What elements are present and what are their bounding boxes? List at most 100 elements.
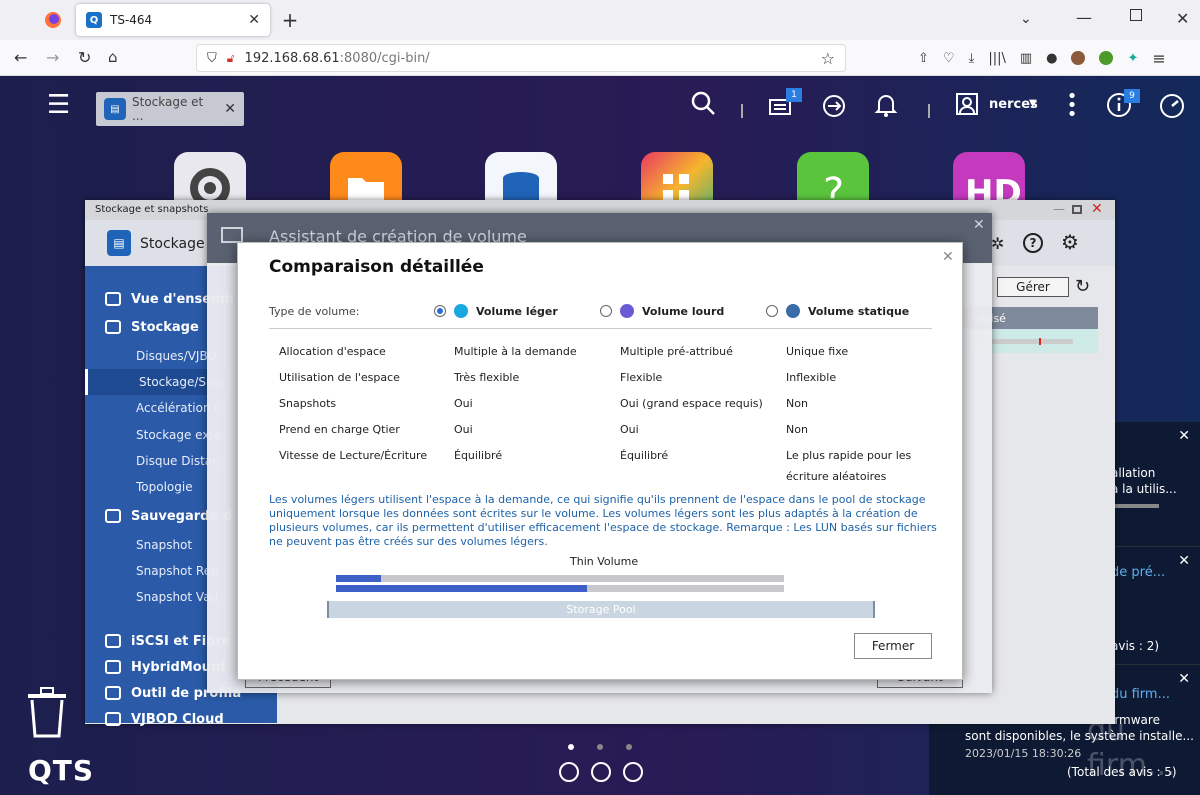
download-icon[interactable]: ⤓	[969, 51, 975, 66]
overview-icon	[105, 292, 121, 306]
page-dot[interactable]	[597, 744, 603, 750]
url-bar[interactable]: ⛉ 🔓︎ 192.168.68.61:8080/cgi-bin/ ☆	[196, 44, 846, 72]
forward-icon[interactable]: →	[46, 48, 59, 67]
qts-logo: QTS	[28, 754, 95, 787]
bookmark-star-icon[interactable]: ☆	[821, 49, 835, 68]
sidebar-item-label: VJBOD Cloud	[131, 711, 224, 727]
row-label: Allocation d'espace	[279, 345, 386, 358]
close-notification-icon[interactable]: ✕	[1178, 671, 1190, 687]
taskbar-storage-app[interactable]: ▤ Stockage et ... ✕	[96, 92, 244, 126]
user-dropdown-icon[interactable]: ▼	[1029, 98, 1037, 109]
url-text: 192.168.68.61:8080/cgi-bin/	[245, 51, 430, 66]
row-value: Non	[786, 423, 808, 436]
thin-volume-bar-1-fill	[336, 575, 381, 582]
extension-icon[interactable]: ●	[1046, 51, 1057, 66]
trash-icon[interactable]	[26, 686, 68, 741]
close-app-icon[interactable]: ✕	[224, 101, 236, 117]
desktop-shortcut-icon[interactable]	[591, 762, 611, 782]
notification-text: sont disponibles, le système installe...	[965, 729, 1194, 743]
back-icon[interactable]: ←	[14, 48, 27, 67]
cloud-icon	[105, 712, 121, 726]
row-value: Oui (grand espace requis)	[620, 397, 763, 410]
sidebar-item-label: Snapshot Vau	[136, 590, 219, 604]
resource-monitor-icon[interactable]	[1158, 92, 1186, 126]
taskbar-app-label: Stockage et ...	[132, 95, 204, 123]
insecure-lock-icon[interactable]: 🔓︎	[227, 51, 235, 66]
pocket-icon[interactable]: ♡	[943, 51, 955, 66]
more-options-icon[interactable]: • • •	[1066, 88, 1078, 124]
tab-title: TS-464	[110, 13, 153, 27]
notification-total: avis : 2)	[1111, 639, 1160, 653]
minimize-window-icon[interactable]: —	[1053, 202, 1065, 216]
magic-wand-icon[interactable]: ✲	[991, 234, 1004, 253]
maximize-window-icon[interactable]	[1072, 205, 1082, 214]
search-icon[interactable]	[690, 90, 716, 122]
storage-icon	[105, 320, 121, 334]
url-path: :8080/cgi-bin/	[339, 50, 430, 66]
firefox-menu-icon[interactable]	[44, 11, 62, 29]
browser-tab-bar: Q TS-464 ✕ + ⌄ — ✕	[0, 0, 1200, 40]
pocket-save-icon[interactable]: ⇧	[918, 51, 929, 66]
main-menu-icon[interactable]: ☰	[47, 90, 70, 120]
qnap-favicon-icon: Q	[86, 12, 102, 28]
row-value: Oui	[454, 397, 473, 410]
close-window-icon[interactable]: ✕	[1176, 9, 1189, 28]
hybridmount-icon	[105, 660, 121, 674]
extension-icon[interactable]	[1099, 51, 1114, 65]
sidebar-item-label: Stockage	[131, 319, 199, 335]
sidebar-item[interactable]: VJBOD Cloud	[85, 706, 277, 732]
maximize-window-icon[interactable]	[1130, 9, 1142, 21]
extension-icon[interactable]: ✦	[1127, 51, 1138, 66]
comparison-table: Allocation d'espace Multiple à la demande…	[238, 243, 964, 493]
library-icon[interactable]: |||\	[988, 51, 1006, 66]
notification-bell-icon[interactable]	[874, 92, 898, 124]
shield-icon[interactable]: ⛉	[207, 51, 217, 66]
row-value: Très flexible	[454, 371, 520, 384]
manage-button[interactable]: Gérer	[997, 277, 1069, 297]
desktop-shortcut-icon[interactable]	[559, 762, 579, 782]
row-value: Oui	[454, 423, 473, 436]
notification-title: du firm...	[1111, 687, 1170, 702]
browser-tab-ts464[interactable]: Q TS-464 ✕	[76, 4, 270, 36]
row-value: Équilibré	[454, 449, 503, 462]
tasks-badge: 1	[786, 88, 802, 102]
close-notification-icon[interactable]: ✕	[1178, 553, 1190, 569]
minimize-window-icon[interactable]: —	[1076, 8, 1092, 27]
refresh-icon[interactable]: ↻	[1075, 276, 1090, 297]
close-window-icon[interactable]: ✕	[1091, 201, 1103, 217]
notifications-badge: 9	[1124, 89, 1140, 103]
close-notification-icon[interactable]: ✕	[1178, 428, 1190, 444]
user-icon[interactable]	[955, 92, 979, 122]
usage-marker	[1039, 338, 1041, 345]
row-value: Unique fixe	[786, 345, 849, 358]
app-menu-icon[interactable]: ≡	[1152, 49, 1165, 68]
close-wizard-icon[interactable]: ✕	[973, 217, 985, 233]
profile-avatar-icon[interactable]	[1071, 51, 1086, 65]
row-label: Snapshots	[279, 397, 337, 410]
notification-total: (Total des avis : 5)	[1067, 765, 1177, 779]
extension-icon[interactable]: ▥	[1020, 51, 1032, 66]
help-icon[interactable]: ?	[1023, 233, 1043, 253]
row-value: Multiple pré-attribué	[620, 345, 733, 358]
close-button[interactable]: Fermer	[854, 633, 932, 659]
desktop-shortcut-icon[interactable]	[623, 762, 643, 782]
thin-volume-description: Les volumes légers utilisent l'espace à …	[269, 493, 937, 548]
thin-volume-bar-2-fill	[336, 585, 587, 592]
browser-toolbar: ⇧ ♡ ⤓ |||\ ▥ ● ✦ ≡	[918, 48, 1188, 68]
settings-gear-icon[interactable]: ⚙	[1061, 230, 1079, 254]
new-tab-button[interactable]: +	[280, 8, 300, 32]
row-label: Utilisation de l'espace	[279, 371, 400, 384]
reload-icon[interactable]: ↻	[78, 48, 91, 67]
home-icon[interactable]: ⌂	[108, 48, 118, 66]
page-dot[interactable]	[626, 744, 632, 750]
close-tab-icon[interactable]: ✕	[248, 12, 260, 28]
tab-list-icon[interactable]: ⌄	[1020, 11, 1032, 27]
row-value: Le plus rapide pour les écriture aléatoi…	[786, 449, 912, 483]
sidebar-item-label: Disques/VJBO	[136, 349, 217, 363]
storage-pool-bar: Storage Pool	[327, 601, 875, 618]
notification-text: allation	[1111, 466, 1156, 480]
notification-progress	[1111, 504, 1159, 508]
page-dot-active[interactable]	[568, 744, 574, 750]
row-value: Non	[786, 397, 808, 410]
sync-icon[interactable]	[820, 92, 848, 126]
